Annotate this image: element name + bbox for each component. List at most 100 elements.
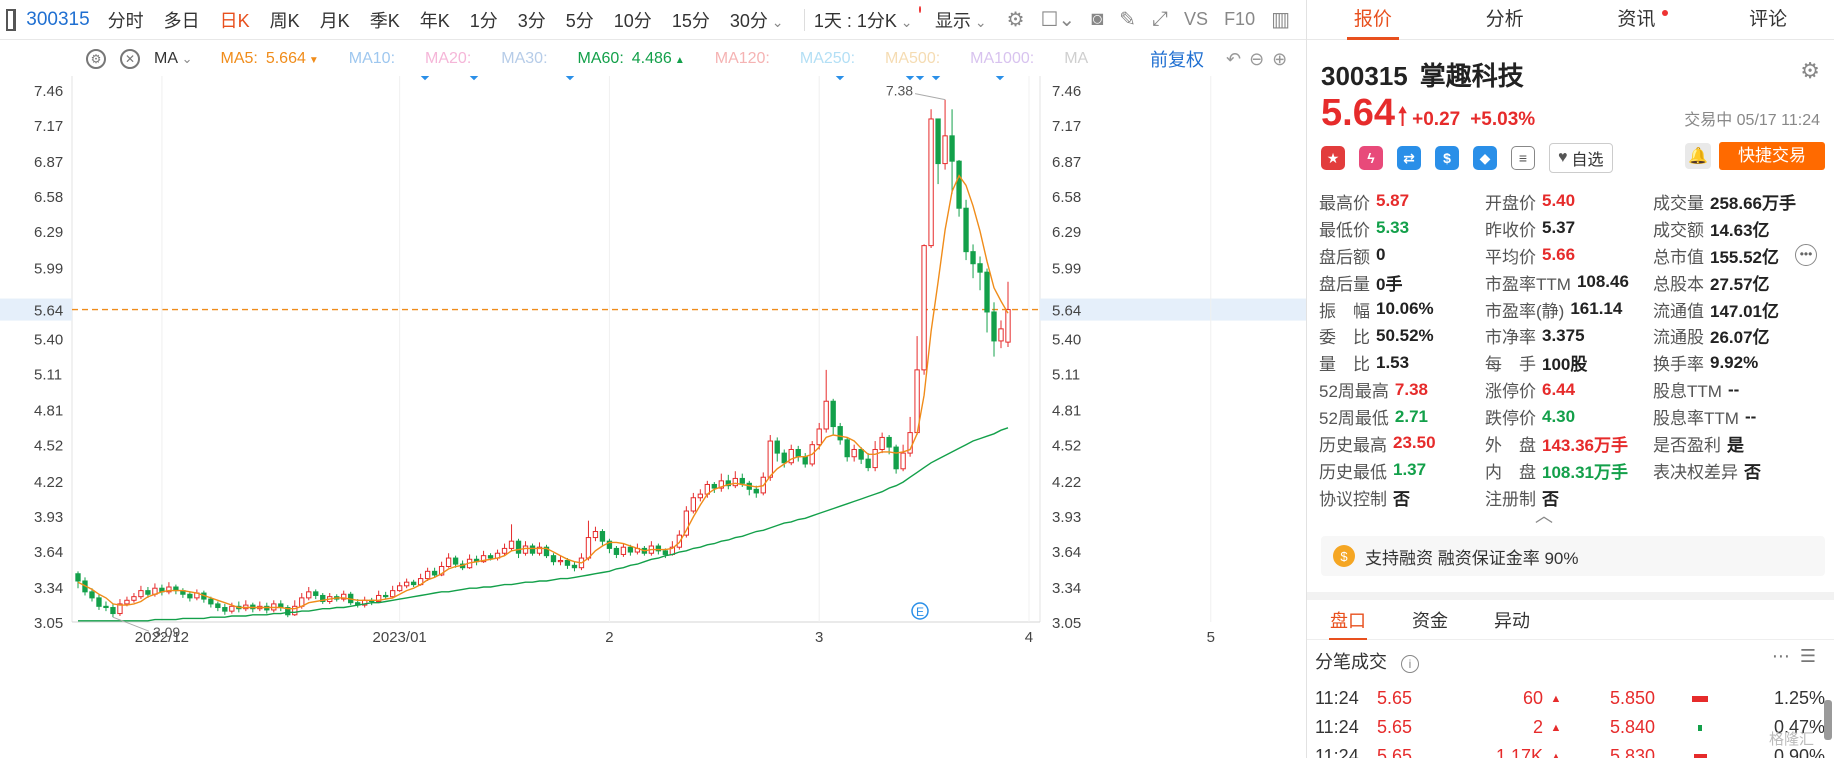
dollar-icon[interactable]: $ <box>1435 146 1459 170</box>
gear-icon[interactable]: ⚙ <box>1800 58 1820 84</box>
quote-row: 市净率 3.375 <box>1485 322 1629 349</box>
quote-row: 振 幅 10.06% <box>1319 296 1436 323</box>
period-tab[interactable]: 15分 <box>672 7 710 33</box>
candle-body <box>802 456 808 465</box>
subtab-capital[interactable]: 资金 <box>1389 602 1471 639</box>
quote-value: 143.36万手 <box>1542 435 1628 455</box>
ma-legend-item[interactable]: MA10: <box>349 50 395 68</box>
settings-gear-icon[interactable]: ⚙ <box>1007 7 1025 32</box>
candle-body <box>75 573 81 582</box>
period-tab[interactable]: 30分 <box>730 7 784 33</box>
quote-value: 否 <box>1744 462 1761 482</box>
quote-value: -- <box>1744 406 1757 426</box>
ma-legend-item[interactable]: MA20: <box>425 50 471 68</box>
display-dropdown[interactable]: 显示 <box>935 7 987 33</box>
quote-value: 108.31万手 <box>1542 462 1628 482</box>
quote-row: 流通股 26.07亿 <box>1653 322 1796 349</box>
arrow-up-icon: 🠕 <box>1396 101 1409 131</box>
tab-quote[interactable]: 报价 <box>1307 0 1439 40</box>
f10-button[interactable]: F10 <box>1224 9 1255 30</box>
tick-direction-icon: ▲ <box>1550 750 1562 758</box>
period-tab[interactable]: 季K <box>370 7 400 33</box>
subtab-movers[interactable]: 异动 <box>1471 602 1553 639</box>
period-tab[interactable]: 年K <box>420 7 450 33</box>
y-tick-label-left: 3.93 <box>34 509 63 526</box>
ma-legend-item[interactable]: MA5: 5.664 ▼ <box>220 50 318 68</box>
price-row: 5.64 🠕 +0.27 +5.03% <box>1321 92 1545 142</box>
china-flag-icon[interactable]: ★ <box>1321 146 1345 170</box>
quote-row: 流通值 147.01亿 <box>1653 296 1796 323</box>
ma-type-dropdown[interactable]: MA ⌄ <box>154 50 192 68</box>
fullscreen-icon[interactable]: ⤢ <box>1152 8 1168 31</box>
sidebar-toggle-icon[interactable] <box>6 8 17 31</box>
quote-label: 协议控制 <box>1319 489 1387 509</box>
ma-trend-icon: ▼ <box>308 55 319 66</box>
ma-settings-icon[interactable]: ⚙ <box>86 49 106 69</box>
pencil-icon[interactable]: ✎ <box>1119 7 1136 32</box>
candle-body <box>1005 309 1011 343</box>
tag-icon[interactable]: ◆ <box>1473 146 1497 170</box>
period-tab[interactable]: 周K <box>270 7 300 33</box>
lightning-icon[interactable]: ϟ <box>1359 146 1383 170</box>
period-tab[interactable]: 日K <box>220 7 250 33</box>
y-tick-label-right: 4.52 <box>1052 438 1081 455</box>
note-icon[interactable]: ≡ <box>1511 146 1535 170</box>
candle-body <box>844 439 850 458</box>
tab-news[interactable]: 资讯 <box>1571 0 1703 39</box>
x-tick-label: 2 <box>605 629 613 646</box>
candle-body <box>452 557 459 565</box>
quote-label: 跌停价 <box>1485 409 1536 429</box>
stock-code-link[interactable]: 300315 <box>26 9 89 31</box>
quick-trade-button[interactable]: 快捷交易 <box>1719 142 1825 170</box>
info-icon[interactable]: i <box>1401 655 1419 673</box>
candle-body <box>131 596 137 601</box>
period-tab[interactable]: 多日 <box>164 7 200 33</box>
camera-icon[interactable]: ◙ <box>1091 8 1103 31</box>
coin-icon: $ <box>1333 545 1355 567</box>
kline-chart[interactable]: 7.46 7.46 7.17 7.17 6.87 6.87 6.58 6.58 6.29 6.29… <box>0 76 1306 758</box>
add-watchlist-button[interactable]: ♥ 自选 <box>1549 143 1613 173</box>
quote-label: 内 盘 <box>1485 462 1536 482</box>
period-tab[interactable]: 月K <box>320 7 350 33</box>
ma-close-icon[interactable]: ✕ <box>120 49 140 69</box>
period-tab[interactable]: 5分 <box>566 7 594 33</box>
ma-label: MA5: <box>220 50 258 67</box>
ma-legend-item[interactable]: MA1000: <box>970 50 1034 68</box>
restore-rights-button[interactable]: 前复权 <box>1150 46 1204 72</box>
tab-comments[interactable]: 评论 <box>1702 0 1834 39</box>
ticks-option-icons[interactable]: ⋯☰ <box>1772 646 1826 667</box>
chart-nav-icons[interactable]: ↶⊖⊕ <box>1226 49 1295 70</box>
ma-legend-item[interactable]: MA60: 4.486 ▲ <box>578 50 685 68</box>
bell-icon[interactable]: 🔔 <box>1685 143 1711 169</box>
tab-analysis[interactable]: 分析 <box>1439 0 1571 39</box>
y-tick-label-right: 6.29 <box>1052 224 1081 241</box>
ticks-scrollbar[interactable] <box>1824 700 1832 740</box>
quote-row: 股息TTM -- <box>1653 376 1796 403</box>
period-tab[interactable]: 3分 <box>518 7 546 33</box>
range-dropdown[interactable]: 1天 : 1分K <box>814 7 913 33</box>
candle-body <box>984 271 990 313</box>
shuffle-icon[interactable]: ⇄ <box>1397 146 1421 170</box>
subtab-orderbook[interactable]: 盘口 <box>1307 602 1389 640</box>
more-icon[interactable]: ••• <box>1795 244 1817 266</box>
candle-body <box>928 118 934 247</box>
layout-square-icon[interactable]: ☐⌄ <box>1041 7 1076 32</box>
chevron-up-icon[interactable]: ︿ <box>1535 502 1553 528</box>
candle-body <box>145 590 151 595</box>
candle-body <box>858 448 864 460</box>
panel-toggle-icon[interactable]: ▥ <box>1271 7 1290 32</box>
ma-legend-item[interactable]: MA30: <box>501 50 547 68</box>
tick-direction-icon: ▲ <box>1550 692 1562 705</box>
period-tab[interactable]: 分时 <box>108 7 144 33</box>
event-diamond-icon <box>469 76 479 81</box>
ma-legend-item[interactable]: MA120: <box>715 50 770 68</box>
y-tick-label-right: 3.05 <box>1052 615 1081 632</box>
ma-legend-item[interactable]: MA500: <box>885 50 940 68</box>
period-tab[interactable]: 1分 <box>470 7 498 33</box>
period-tab[interactable]: 10分 <box>614 7 652 33</box>
ma-legend-item[interactable]: MA <box>1064 50 1088 68</box>
ma-label: MA20: <box>425 50 472 67</box>
vs-compare-button[interactable]: VS <box>1184 9 1208 30</box>
ma-legend-item[interactable]: MA250: <box>800 50 855 68</box>
candle-body <box>956 160 962 209</box>
